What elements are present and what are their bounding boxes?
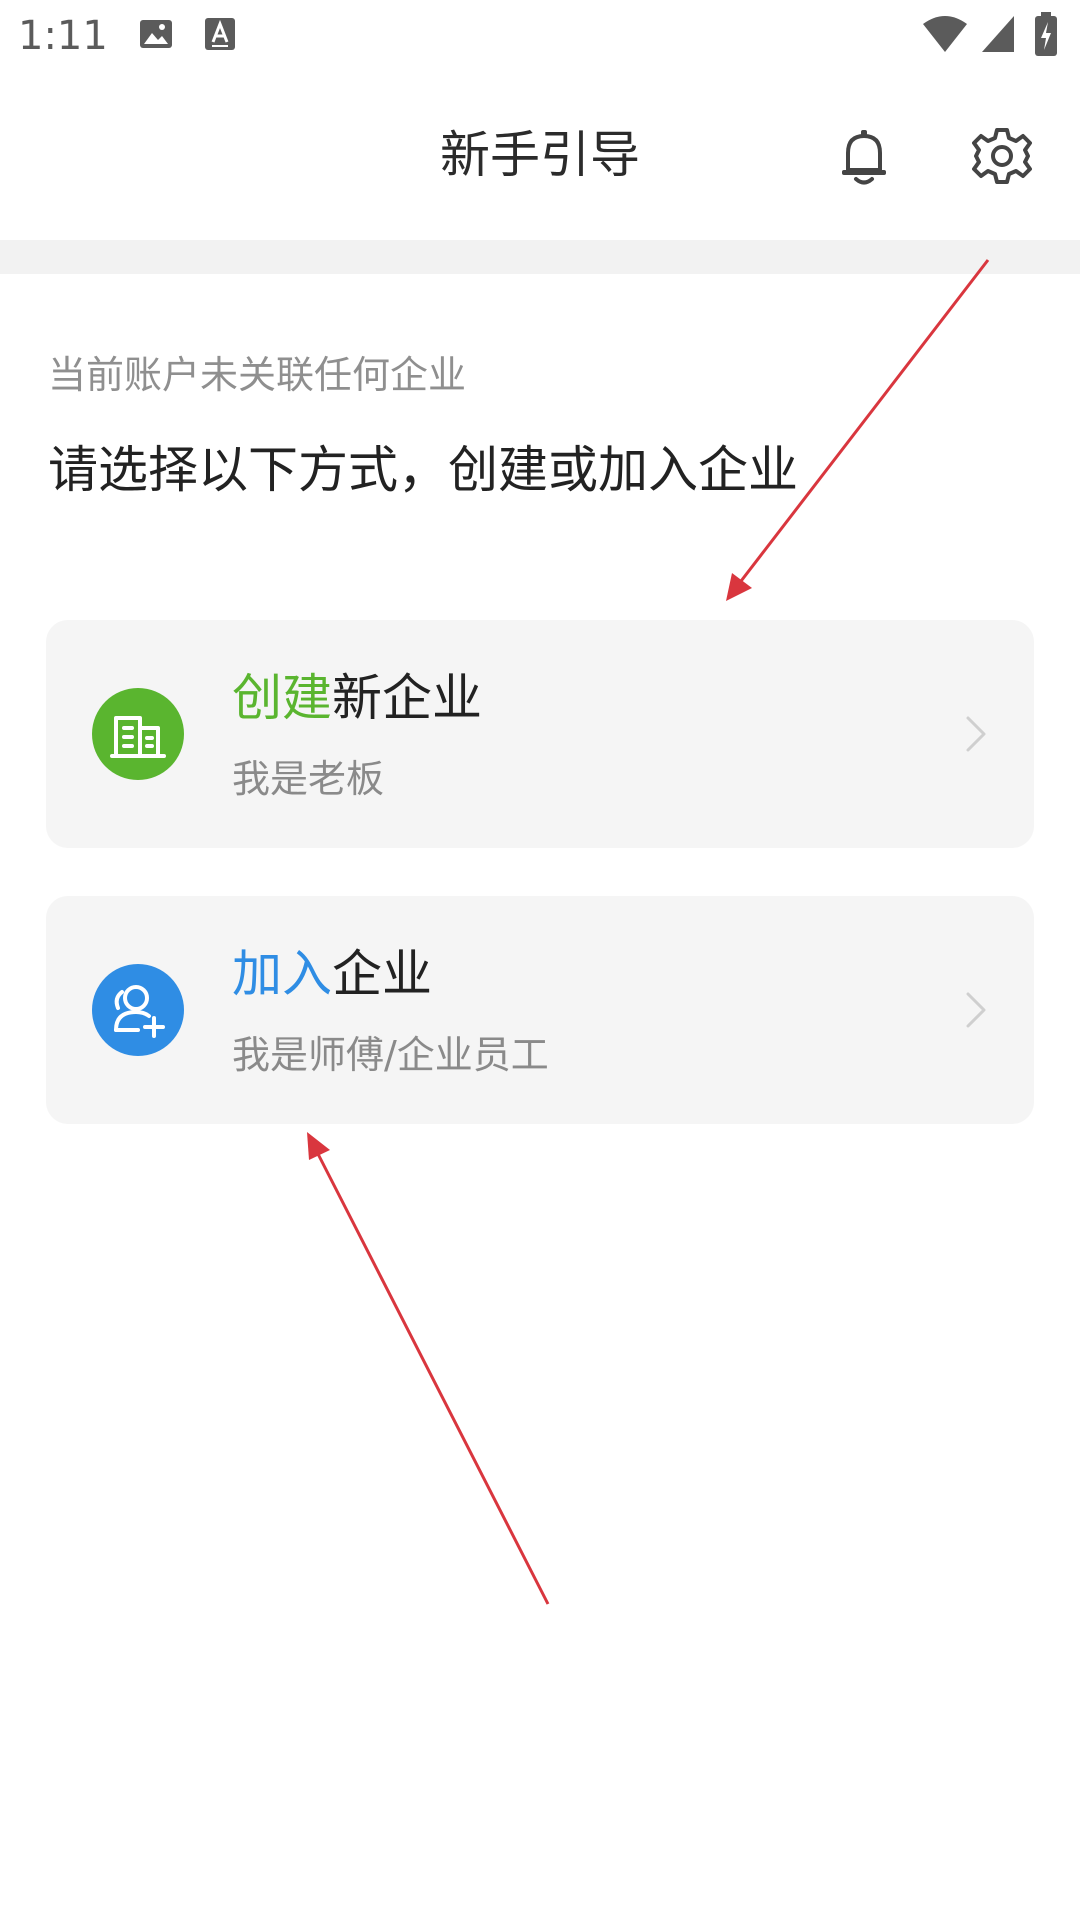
gallery-notification-icon xyxy=(138,16,174,56)
create-enterprise-title: 创建新企业 xyxy=(232,664,482,732)
create-enterprise-subtitle: 我是老板 xyxy=(232,757,385,801)
join-enterprise-subtitle: 我是师傅/企业员工 xyxy=(232,1033,549,1077)
status-bar: 1:11 xyxy=(0,0,1080,72)
join-enterprise-card[interactable]: 加入企业 我是师傅/企业员工 xyxy=(46,896,1034,1124)
account-hint-text: 当前账户未关联任何企业 xyxy=(48,353,467,397)
gear-icon[interactable] xyxy=(970,124,1034,188)
bell-icon[interactable] xyxy=(832,124,896,188)
create-accent-text: 创建 xyxy=(232,669,332,727)
page-title: 新手引导 xyxy=(440,126,640,184)
create-enterprise-card[interactable]: 创建新企业 我是老板 xyxy=(46,620,1034,848)
instruction-heading: 请选择以下方式，创建或加入企业 xyxy=(48,441,798,499)
screen: 1:11 新手引导 当前账户未关联任何企业 请选择以下方式，创建或加入企业 创建… xyxy=(0,0,1080,1920)
join-title-text: 企业 xyxy=(332,945,432,1003)
annotation-arrow-top xyxy=(726,259,990,601)
add-user-icon xyxy=(92,964,184,1056)
building-icon xyxy=(92,688,184,780)
annotation-arrow-bottom xyxy=(307,1132,550,1605)
chevron-right-icon xyxy=(954,988,998,1032)
join-enterprise-title: 加入企业 xyxy=(232,940,432,1008)
status-time: 1:11 xyxy=(18,13,108,59)
section-divider xyxy=(0,240,1080,274)
join-accent-text: 加入 xyxy=(232,945,332,1003)
create-title-text: 新企业 xyxy=(332,669,482,727)
text-notification-icon xyxy=(204,16,236,56)
chevron-right-icon xyxy=(954,712,998,756)
signal-icon xyxy=(980,14,1016,58)
app-bar: 新手引导 xyxy=(0,72,1080,240)
wifi-icon xyxy=(922,14,968,58)
battery-charging-icon xyxy=(1034,12,1058,60)
